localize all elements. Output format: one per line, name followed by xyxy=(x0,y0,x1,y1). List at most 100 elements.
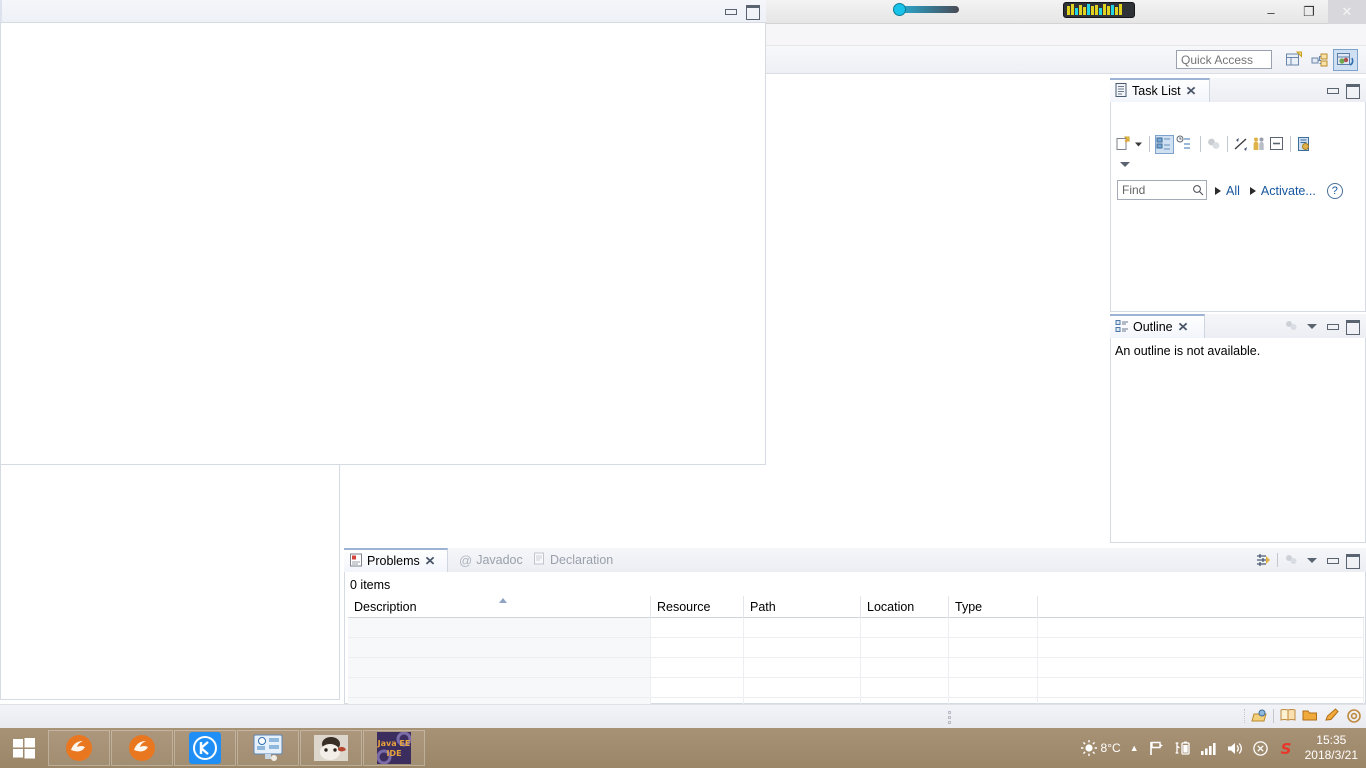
focus-icon[interactable] xyxy=(1284,318,1300,334)
column-label: Description xyxy=(354,600,417,614)
close-button[interactable]: ✕ xyxy=(1328,0,1366,24)
maximize-icon[interactable] xyxy=(1344,318,1360,335)
maximize-icon[interactable] xyxy=(1344,552,1360,569)
new-task-icon[interactable] xyxy=(1115,136,1131,152)
help-icon[interactable]: ? xyxy=(1326,183,1343,199)
task-list-tabbar: Task List ✕ xyxy=(1110,78,1366,102)
focus-person-icon[interactable] xyxy=(1251,136,1267,152)
synchronize-icon[interactable] xyxy=(1206,136,1222,152)
table-row[interactable] xyxy=(348,618,1364,638)
separator xyxy=(1227,136,1228,152)
gear-icon[interactable] xyxy=(1346,708,1362,724)
task-find-placeholder: Find xyxy=(1122,183,1146,197)
battery-icon[interactable] xyxy=(1174,740,1191,756)
search-icon[interactable] xyxy=(1192,184,1204,196)
column-label: Location xyxy=(867,600,915,614)
book-icon[interactable] xyxy=(1280,708,1296,724)
taskbar-item-monitor-app[interactable] xyxy=(237,730,299,766)
table-row[interactable] xyxy=(348,638,1364,658)
separator xyxy=(1200,136,1201,152)
minimize-icon[interactable] xyxy=(1324,82,1340,98)
sogou-input-icon[interactable]: S xyxy=(1278,740,1294,757)
new-task-dropdown-icon[interactable] xyxy=(1133,136,1144,152)
categorized-presentation-icon[interactable] xyxy=(1155,134,1174,154)
maximize-icon[interactable] xyxy=(744,3,760,20)
weather-widget[interactable]: 8°C xyxy=(1080,739,1121,757)
task-list-body: Find All Activate... ? xyxy=(1110,102,1366,312)
activate-expander-icon[interactable] xyxy=(1249,187,1256,195)
taskbar-item-firefox[interactable] xyxy=(48,730,110,766)
scheduled-presentation-icon[interactable] xyxy=(1176,135,1195,154)
status-bar xyxy=(0,704,1366,728)
filter-icon[interactable] xyxy=(1233,136,1249,152)
javaee-perspective-icon[interactable] xyxy=(1333,49,1358,71)
tab-outline[interactable]: Outline ✕ xyxy=(1110,314,1205,338)
all-link[interactable]: All xyxy=(1226,184,1240,198)
windows-taskbar: Java EE IDE 8°C ▲ S 15:35 2018/3/21 xyxy=(0,728,1366,768)
declaration-icon xyxy=(533,552,546,568)
slider-knob[interactable] xyxy=(893,3,906,16)
table-row[interactable] xyxy=(348,678,1364,698)
table-row[interactable] xyxy=(348,658,1364,678)
action-center-icon[interactable] xyxy=(1252,740,1269,757)
java-perspective-icon[interactable] xyxy=(1310,49,1330,71)
restore-task-icon[interactable] xyxy=(1296,136,1312,152)
focus-icon[interactable] xyxy=(1284,552,1300,568)
tab-task-list[interactable]: Task List ✕ xyxy=(1110,78,1210,102)
volume-icon[interactable] xyxy=(1226,741,1243,756)
minimize-button[interactable]: – xyxy=(1252,0,1290,24)
view-menu-icon[interactable] xyxy=(1304,318,1320,334)
task-find-box[interactable]: Find xyxy=(1117,180,1207,200)
outline-panel: Outline ✕ An outline is not available. xyxy=(1110,314,1366,543)
windows-start-icon[interactable] xyxy=(0,728,48,768)
filter-icon[interactable] xyxy=(1255,552,1271,568)
pencil-icon[interactable] xyxy=(1324,708,1340,724)
column-header-description[interactable]: Description xyxy=(348,596,651,618)
equalizer-widget xyxy=(1063,2,1135,18)
problems-table[interactable]: Description Resource Path Location Type xyxy=(348,596,1364,718)
column-header-location[interactable]: Location xyxy=(861,596,949,618)
separator xyxy=(1244,709,1245,723)
taskbar-item-java-ee-ide[interactable]: Java EE IDE xyxy=(363,730,425,766)
column-header-resource[interactable]: Resource xyxy=(651,596,744,618)
column-header-path[interactable]: Path xyxy=(744,596,861,618)
minimize-icon[interactable] xyxy=(1324,318,1340,334)
tab-problems[interactable]: Problems ✕ xyxy=(344,548,448,572)
title-slider-widget[interactable] xyxy=(893,3,961,16)
taskbar-clock[interactable]: 15:35 2018/3/21 xyxy=(1305,733,1362,763)
signal-icon[interactable] xyxy=(1200,741,1217,756)
view-menu-icon[interactable] xyxy=(1304,552,1320,568)
outline-icon xyxy=(1115,319,1129,336)
show-hidden-icons-button[interactable]: ▲ xyxy=(1130,743,1139,753)
problems-table-header: Description Resource Path Location Type xyxy=(348,596,1364,618)
collapse-all-icon[interactable] xyxy=(1269,136,1285,152)
minimize-icon[interactable] xyxy=(722,3,738,19)
problems-body: 0 items Description Resource Path Locati… xyxy=(344,572,1366,718)
tab-javadoc[interactable]: @ Javadoc xyxy=(454,548,526,572)
editor-area xyxy=(0,0,766,465)
taskbar-item-photo-app[interactable] xyxy=(300,730,362,766)
column-header-type[interactable]: Type xyxy=(949,596,1038,618)
flag-icon[interactable] xyxy=(1148,740,1165,756)
maximize-button[interactable]: ❐ xyxy=(1290,0,1328,24)
taskbar-item-kingsoft[interactable] xyxy=(174,730,236,766)
outline-body: An outline is not available. xyxy=(1110,338,1366,543)
all-expander-icon[interactable] xyxy=(1215,187,1221,195)
editor-empty-canvas[interactable] xyxy=(0,22,766,465)
taskbar-item-firefox-2[interactable] xyxy=(111,730,173,766)
svg-text:S: S xyxy=(1280,740,1291,757)
close-icon[interactable]: ✕ xyxy=(424,554,435,568)
folder-icon[interactable] xyxy=(1302,708,1318,724)
drag-handle[interactable] xyxy=(948,711,953,724)
maximize-icon[interactable] xyxy=(1344,82,1360,99)
tab-declaration[interactable]: Declaration xyxy=(528,548,628,572)
open-perspective-icon[interactable] xyxy=(1285,49,1304,71)
minimize-icon[interactable] xyxy=(1324,552,1340,568)
outline-tools xyxy=(1284,317,1360,335)
palette-icon[interactable] xyxy=(1251,708,1267,724)
task-list-toolbar xyxy=(1115,132,1312,156)
close-icon[interactable]: ✕ xyxy=(1185,84,1196,98)
activate-link[interactable]: Activate... xyxy=(1261,184,1316,198)
close-icon[interactable]: ✕ xyxy=(1177,320,1188,334)
quick-access-input[interactable] xyxy=(1176,50,1272,69)
